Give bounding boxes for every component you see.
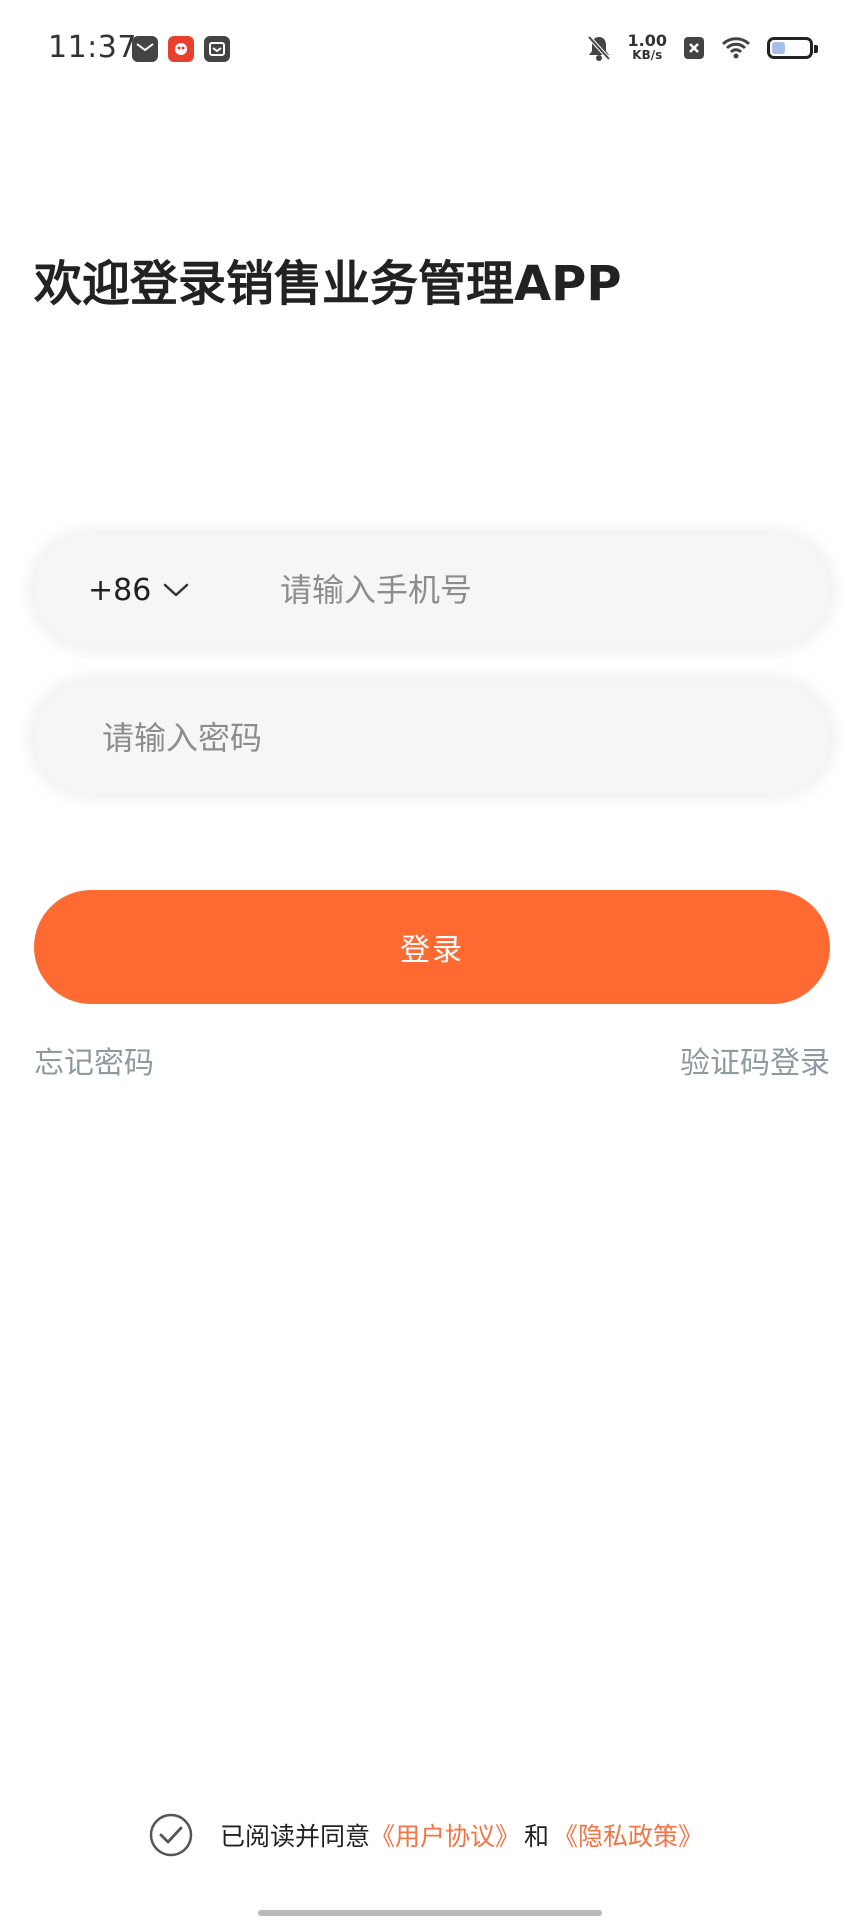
wifi-icon — [721, 37, 751, 59]
home-indicator[interactable] — [258, 1910, 602, 1916]
login-button[interactable]: 登录 — [34, 890, 830, 1004]
forgot-password-link[interactable]: 忘记密码 — [34, 1038, 154, 1082]
status-right-icons: 1.00 KB/s — [586, 31, 818, 63]
mute-icon — [587, 35, 610, 61]
country-code-selector[interactable]: +86 — [88, 573, 248, 608]
battery-icon — [767, 37, 818, 59]
sms-login-link[interactable]: 验证码登录 — [680, 1038, 830, 1082]
agreement-text: 已阅读并同意 《用户协议》 和 《隐私政策》 — [220, 1817, 703, 1853]
page-title: 欢迎登录销售业务管理APP — [34, 256, 622, 312]
agreement-prefix: 已阅读并同意 — [220, 1822, 371, 1851]
app-icon — [168, 36, 194, 62]
password-input[interactable] — [100, 718, 784, 758]
agreement-conjunction: 和 — [524, 1822, 550, 1851]
battery-level — [772, 42, 785, 54]
net-speed: 1.00 KB/s — [627, 31, 667, 63]
net-speed-value: 1.00 — [627, 31, 667, 50]
phone-field: +86 — [34, 534, 830, 646]
phone-input[interactable] — [278, 570, 742, 610]
close-icon — [684, 37, 704, 59]
country-code: +86 — [88, 572, 152, 608]
mail-icon — [132, 36, 158, 62]
notes-icon — [204, 36, 230, 62]
user-agreement-link[interactable]: 《用户协议》 — [370, 1817, 520, 1853]
agreement: 已阅读并同意 《用户协议》 和 《隐私政策》 — [148, 1812, 703, 1858]
status-bar: 11:37 1.00 KB/s — [0, 0, 861, 100]
chevron-down-icon — [164, 583, 189, 597]
status-time: 11:37 — [48, 30, 137, 65]
status-left-icons — [132, 36, 230, 62]
net-speed-unit: KB/s — [632, 48, 663, 62]
check-circle-icon[interactable] — [148, 1812, 194, 1858]
password-field — [34, 682, 830, 794]
privacy-policy-link[interactable]: 《隐私政策》 — [553, 1817, 703, 1853]
